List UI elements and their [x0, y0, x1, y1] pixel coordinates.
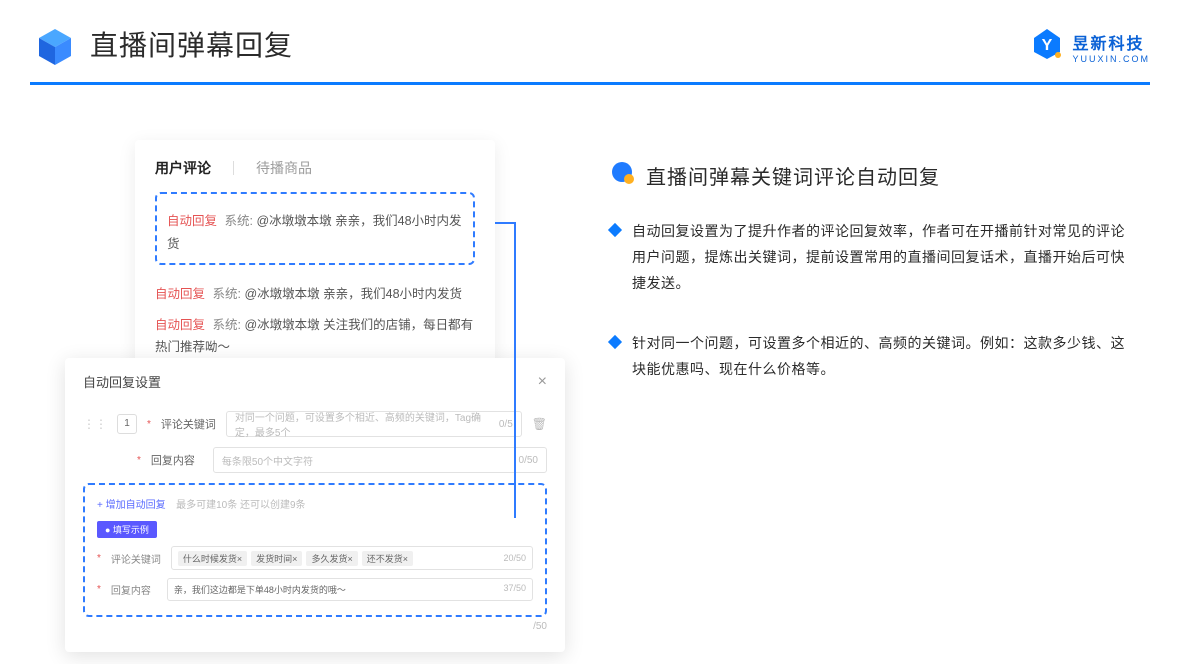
tab-separator — [233, 161, 234, 175]
bullet-icon — [608, 335, 622, 349]
brand-logo-icon: Y — [1030, 27, 1064, 66]
content-input[interactable]: 每条限50个中文字符 0/50 — [213, 447, 547, 473]
connector-line — [495, 222, 514, 224]
highlighted-reply: 自动回复 系统: @冰墩墩本墩 亲亲，我们48小时内发货 — [155, 192, 475, 265]
add-auto-reply-link[interactable]: + 增加自动回复 — [97, 500, 166, 511]
bullet-text-2: 针对同一个问题，可设置多个相近的、高频的关键词。例如：这款多少钱、这块能优惠吗、… — [632, 331, 1132, 383]
tag[interactable]: 发货时间× — [251, 551, 302, 566]
example-content-count: 37/50 — [503, 583, 526, 596]
keyword-label: 评论关键词 — [161, 416, 216, 432]
example-keyword-tags[interactable]: 什么时候发货× 发货时间× 多久发货× 还不发货× 20/50 — [171, 546, 533, 570]
tag[interactable]: 什么时候发货× — [178, 551, 247, 566]
auto-reply-tag: 自动回复 — [167, 214, 217, 228]
tag[interactable]: 多久发货× — [306, 551, 357, 566]
system-label: 系统: — [213, 287, 241, 301]
auto-reply-settings-card: 自动回复设置 × ⋮⋮ 1 * 评论关键词 对同一个问题，可设置多个相近、高频的… — [65, 358, 565, 652]
close-icon[interactable]: × — [538, 373, 547, 391]
example-badge: ● 填写示例 — [97, 521, 157, 538]
bullet-text-1: 自动回复设置为了提升作者的评论回复效率，作者可在开播前针对常见的评论用户问题，提… — [632, 219, 1132, 297]
cube-icon — [35, 27, 75, 67]
rule-index: 1 — [117, 414, 137, 434]
auto-reply-tag: 自动回复 — [155, 318, 205, 332]
content-count: 0/50 — [519, 455, 538, 466]
example-content-label: 回复内容 — [111, 582, 157, 597]
add-note: 最多可建10条 还可以创建9条 — [176, 500, 305, 511]
keyword-count: 0/5 — [499, 419, 513, 430]
outer-count: /50 — [83, 621, 547, 632]
svg-text:Y: Y — [1042, 37, 1053, 54]
settings-title: 自动回复设置 — [83, 372, 161, 391]
system-label: 系统: — [213, 318, 241, 332]
tag[interactable]: 还不发货× — [362, 551, 413, 566]
tab-user-comments[interactable]: 用户评论 — [155, 158, 211, 178]
content-label: 回复内容 — [151, 452, 203, 468]
section-icon — [610, 160, 636, 191]
drag-handle-icon[interactable]: ⋮⋮ — [83, 417, 107, 431]
tab-pending-goods[interactable]: 待播商品 — [256, 158, 312, 178]
bullet-icon — [608, 223, 622, 237]
section-title: 直播间弹幕关键词评论自动回复 — [646, 161, 940, 190]
trash-icon[interactable]: 🗑 — [532, 417, 547, 431]
brand-name: 昱新科技 — [1072, 30, 1150, 54]
required-star: * — [147, 419, 151, 430]
page-title: 直播间弹幕回复 — [90, 24, 293, 64]
system-label: 系统: — [225, 214, 253, 228]
connector-line — [514, 222, 516, 518]
example-block: + 增加自动回复 最多可建10条 还可以创建9条 ● 填写示例 * 评论关键词 … — [83, 483, 547, 617]
keyword-input[interactable]: 对同一个问题，可设置多个相近、高频的关键词，Tag确定，最多5个 0/5 — [226, 411, 522, 437]
auto-reply-tag: 自动回复 — [155, 287, 205, 301]
required-star: * — [137, 455, 141, 466]
reply-text: @冰墩墩本墩 亲亲，我们48小时内发货 — [244, 287, 462, 301]
example-kw-label: 评论关键词 — [111, 551, 161, 566]
brand-sub: YUUXIN.COM — [1072, 54, 1150, 64]
brand-logo-block: Y 昱新科技 YUUXIN.COM — [1030, 27, 1150, 66]
example-content-text[interactable]: 亲，我们这边都是下单48小时内发货的哦～ 37/50 — [167, 578, 533, 601]
header-divider — [30, 82, 1150, 85]
example-kw-count: 20/50 — [503, 553, 526, 563]
